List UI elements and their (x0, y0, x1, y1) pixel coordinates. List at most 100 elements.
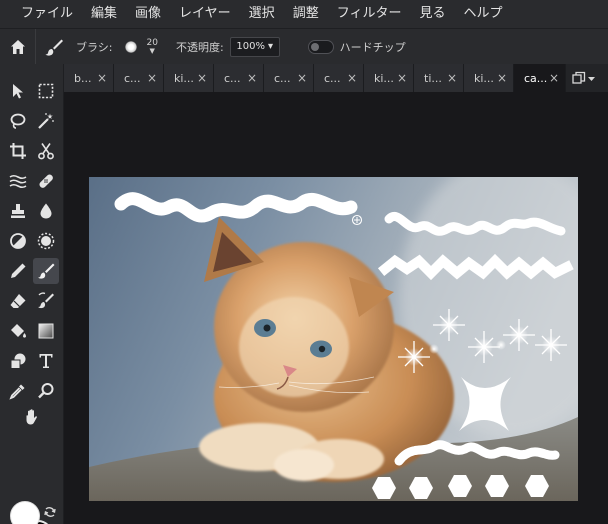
opacity-value: 100% (236, 41, 265, 52)
menu-filter[interactable]: フィルター (328, 0, 411, 28)
blur-tool[interactable] (33, 198, 59, 224)
close-icon[interactable]: × (197, 71, 207, 85)
clone-stamp-icon (11, 204, 25, 218)
tool-bar (0, 64, 64, 524)
document-tab[interactable]: ki... × (164, 64, 214, 92)
tab-label: ki... (374, 71, 394, 85)
cut-tool[interactable] (33, 138, 59, 164)
hard-tip-toggle[interactable] (307, 39, 334, 54)
close-icon[interactable]: × (447, 71, 457, 85)
brush-preview[interactable] (124, 40, 137, 53)
close-icon[interactable]: × (549, 71, 559, 85)
dodge-burn-icon (10, 233, 26, 249)
text-tool-icon (39, 354, 53, 368)
document-tab[interactable]: b... × (64, 64, 114, 92)
marquee-tool[interactable] (33, 78, 59, 104)
home-button[interactable] (0, 28, 36, 65)
lasso-tool-icon (10, 113, 26, 129)
opacity-label: 不透明度: (175, 40, 224, 54)
paint-bucket-icon (11, 324, 26, 338)
crop-tool[interactable] (5, 138, 31, 164)
clone-stamp-tool[interactable] (5, 198, 31, 224)
hand-tool-icon (26, 409, 37, 425)
canvas-workspace[interactable] (64, 92, 608, 524)
brush-size-stepper[interactable]: 20 ▼ (147, 38, 158, 55)
document-tab[interactable]: c... × (114, 64, 164, 92)
magic-wand-icon (38, 113, 54, 129)
menu-select[interactable]: 選択 (240, 0, 284, 28)
eraser-tool[interactable] (5, 288, 31, 314)
document-tab[interactable]: ki... × (464, 64, 514, 92)
crop-tool-icon (10, 143, 26, 159)
tab-label: ki... (174, 71, 194, 85)
sponge-gear-icon (37, 232, 55, 250)
close-icon[interactable]: × (147, 71, 157, 85)
menu-edit[interactable]: 編集 (82, 0, 126, 28)
close-icon[interactable]: × (297, 71, 307, 85)
menu-image[interactable]: 画像 (126, 0, 170, 28)
close-icon[interactable]: × (347, 71, 357, 85)
zoom-tool-icon (38, 383, 54, 399)
eyedropper-tool[interactable] (5, 378, 31, 404)
lasso-tool[interactable] (5, 108, 31, 134)
document-tab[interactable]: c... × (314, 64, 364, 92)
document-tab[interactable]: c... × (264, 64, 314, 92)
menu-adjust[interactable]: 調整 (284, 0, 328, 28)
current-tool-indicator (36, 29, 72, 65)
document-tab[interactable]: ki... × (364, 64, 414, 92)
close-icon[interactable]: × (247, 71, 257, 85)
tab-label: b... (74, 71, 92, 85)
canvas-image[interactable] (89, 177, 578, 501)
tab-label: c... (224, 71, 241, 85)
cut-tool-icon (38, 143, 54, 160)
menu-help[interactable]: ヘルプ (454, 0, 511, 28)
pencil-tool-icon (11, 263, 26, 278)
chevron-down-icon (587, 76, 595, 81)
brush-tool-icon (38, 263, 55, 279)
photo-editor-app: ファイル 編集 画像 レイヤー 選択 調整 フィルター 見る ヘルプ ブラシ: … (0, 0, 608, 524)
text-tool[interactable] (33, 348, 59, 374)
tab-overflow-menu[interactable] (566, 64, 600, 92)
brush-tool[interactable] (33, 258, 59, 284)
brush-icon (45, 39, 63, 56)
document-tab-bar: b... × c... × ki... × c... × c... × c... × ki.… (64, 64, 608, 92)
hand-tool[interactable] (19, 404, 45, 430)
options-bar: ブラシ: 20 ▼ 不透明度: 100% ▾ ハードチップ (0, 28, 608, 65)
replace-color-brush-icon (38, 292, 54, 309)
tab-label: c... (324, 71, 341, 85)
tab-label: ti... (424, 71, 442, 85)
close-icon[interactable]: × (397, 71, 407, 85)
shape-tool[interactable] (5, 348, 31, 374)
tab-label: ca... (524, 71, 548, 85)
marquee-tool-icon (38, 83, 54, 99)
replace-color-tool[interactable] (33, 288, 59, 314)
healing-tool[interactable] (33, 168, 59, 194)
opacity-dropdown[interactable]: 100% ▾ (229, 36, 280, 57)
eyedropper-tool-icon (9, 384, 25, 400)
document-tab[interactable]: ti... × (414, 64, 464, 92)
menu-file[interactable]: ファイル (12, 0, 82, 28)
move-tool[interactable] (5, 78, 31, 104)
zoom-tool[interactable] (33, 378, 59, 404)
menu-layer[interactable]: レイヤー (170, 0, 240, 28)
brush-label: ブラシ: (76, 40, 113, 54)
document-tab[interactable]: c... × (214, 64, 264, 92)
gradient-tool[interactable] (33, 318, 59, 344)
hard-tip-label: ハードチップ (339, 40, 406, 54)
tab-label: ki... (474, 71, 494, 85)
menu-view[interactable]: 見る (410, 0, 454, 28)
dodge-tool[interactable] (5, 228, 31, 254)
sponge-tool[interactable] (33, 228, 59, 254)
close-icon[interactable]: × (97, 71, 107, 85)
swap-colors-icon[interactable] (43, 505, 57, 519)
tab-label: c... (124, 71, 141, 85)
move-tool-icon (13, 84, 23, 99)
liquify-tool[interactable] (5, 168, 31, 194)
paint-bucket-tool[interactable] (5, 318, 31, 344)
foreground-color-swatch[interactable] (10, 501, 40, 524)
eraser-tool-icon (10, 294, 26, 308)
close-icon[interactable]: × (497, 71, 507, 85)
magic-wand-tool[interactable] (33, 108, 59, 134)
document-tab-active[interactable]: ca... × (514, 64, 566, 92)
pencil-tool[interactable] (5, 258, 31, 284)
